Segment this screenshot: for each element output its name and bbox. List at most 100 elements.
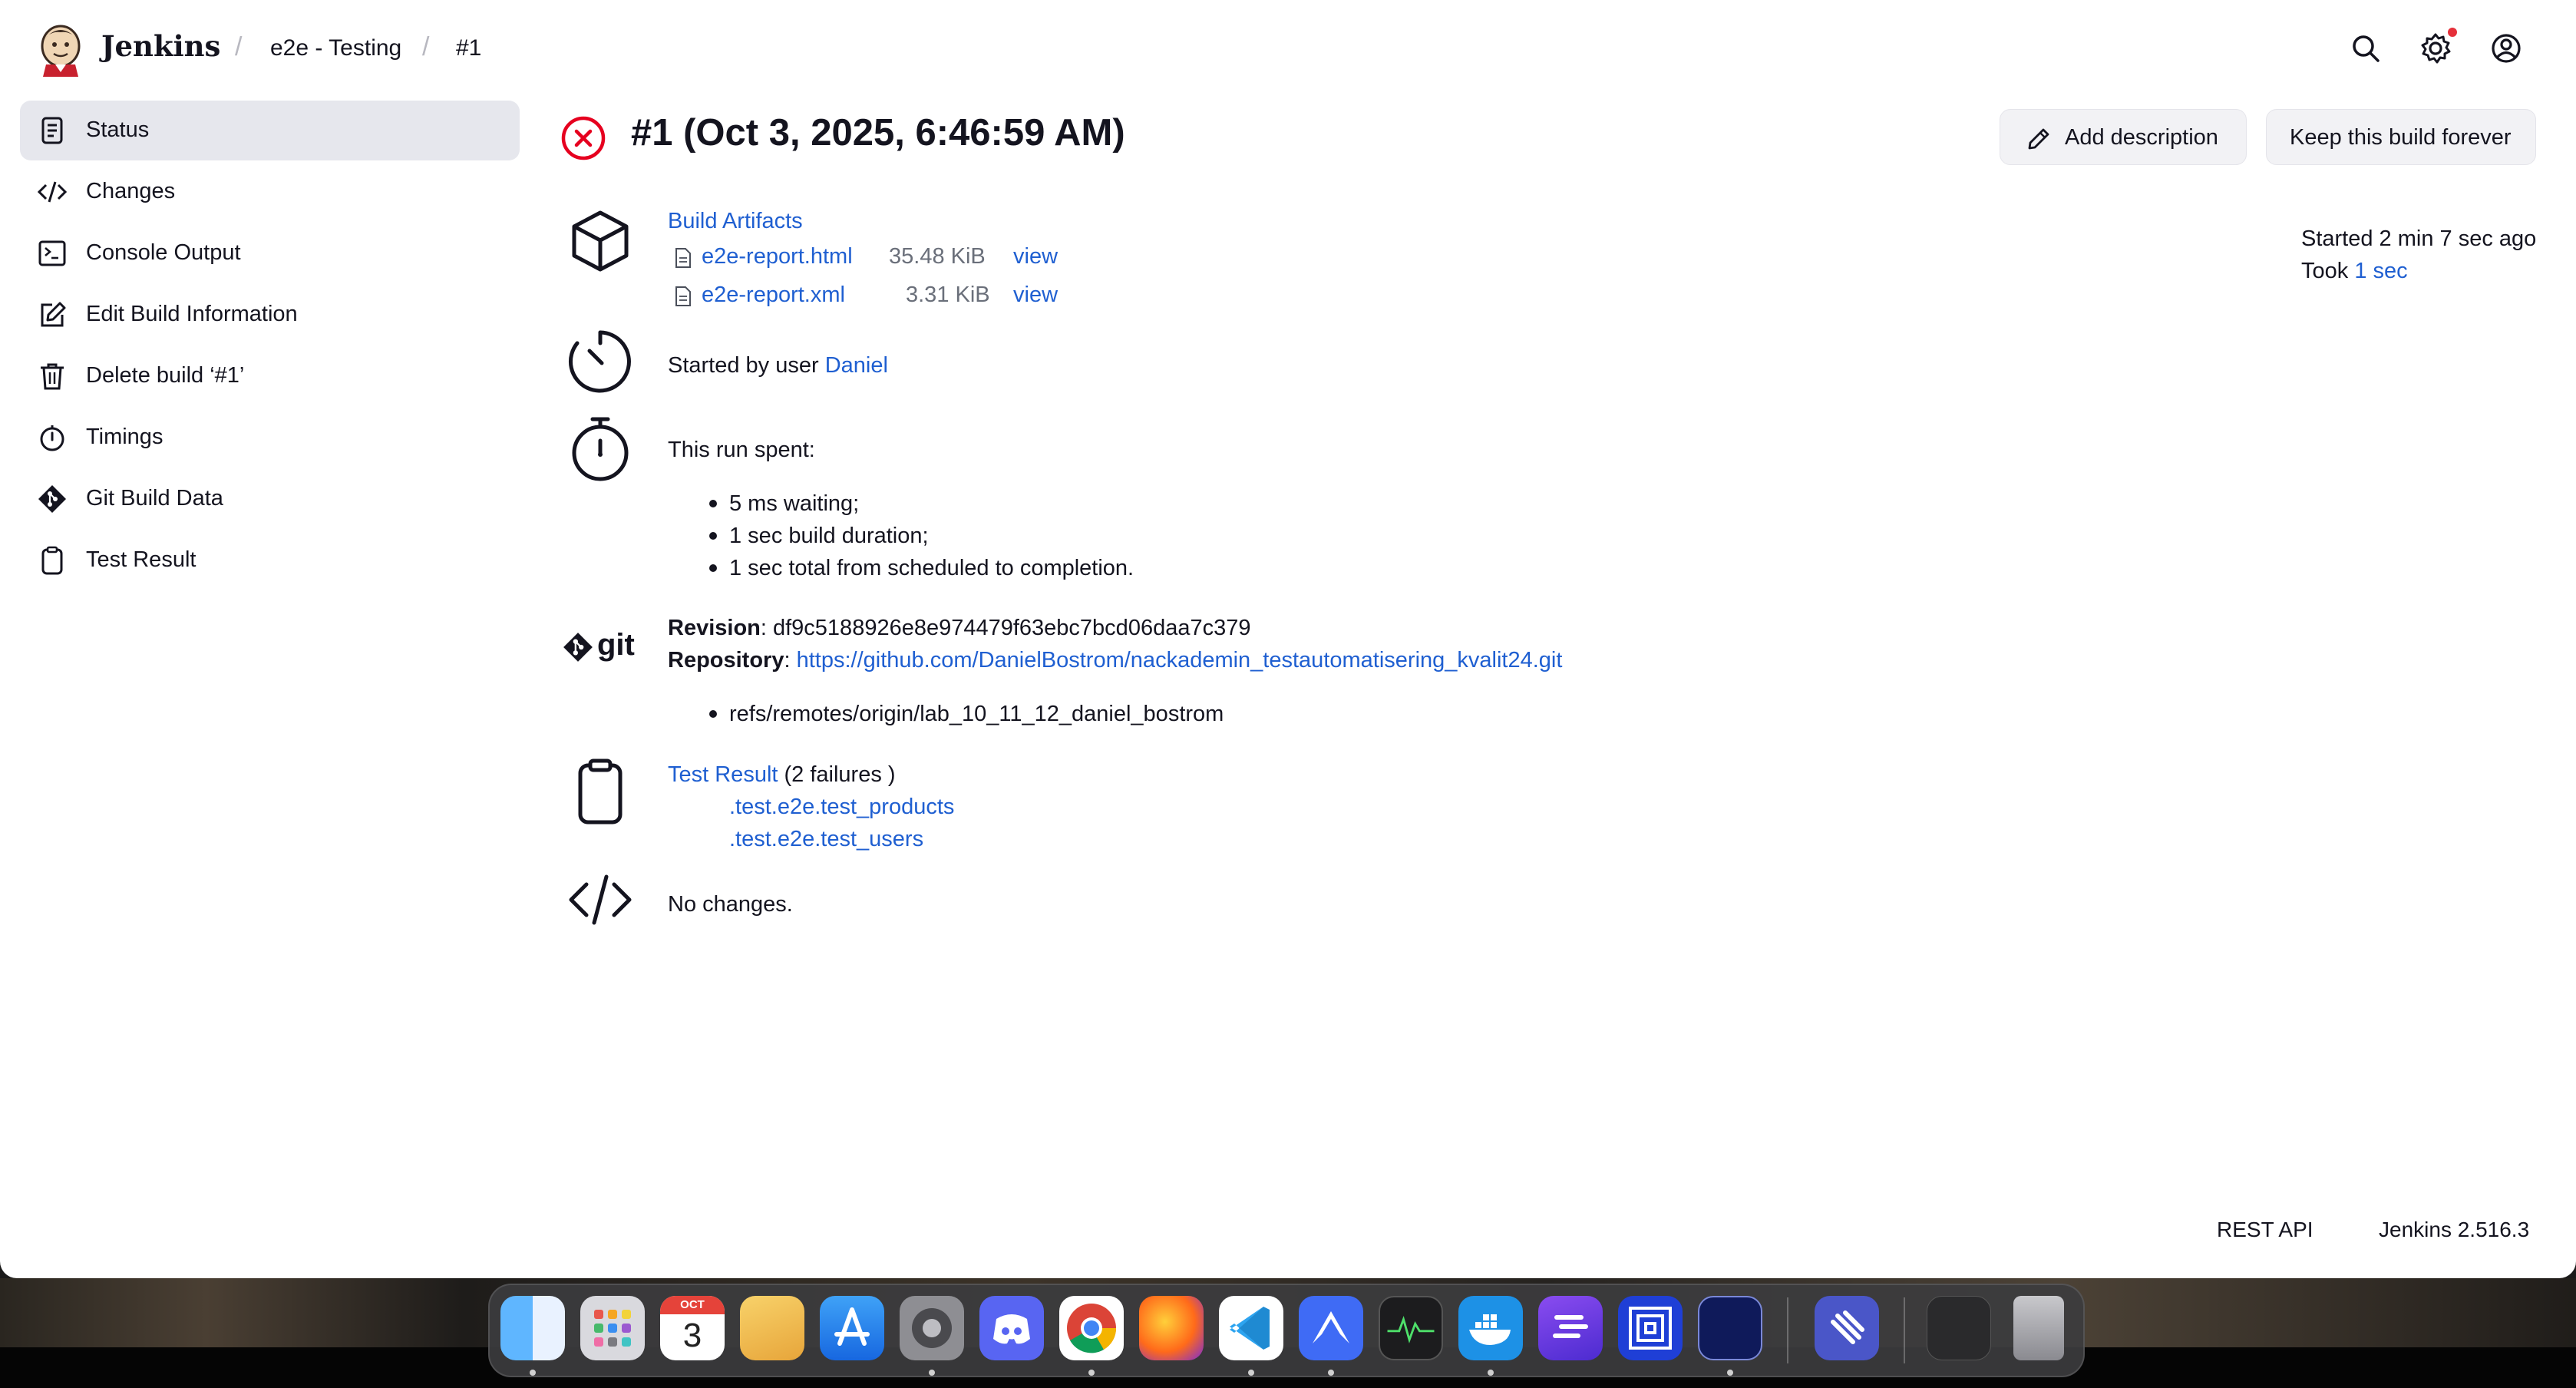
pencil-icon	[2028, 128, 2049, 150]
test-result-link[interactable]: Test Result	[668, 762, 778, 787]
screenshot-icon[interactable]	[1927, 1296, 1991, 1360]
sidebar-item-label: Git Build Data	[86, 486, 223, 511]
rest-api-link[interactable]: REST API	[2217, 1218, 2313, 1242]
sidebar-item-test-result[interactable]: Test Result	[20, 530, 520, 590]
app-store-icon[interactable]	[820, 1296, 884, 1360]
sidebar-item-label: Timings	[86, 425, 163, 449]
artifact-view-link[interactable]: view	[1013, 244, 1058, 269]
linear-icon[interactable]	[1815, 1296, 1879, 1360]
dock-running-indicator	[1488, 1370, 1494, 1376]
nordvpn-glyph	[1313, 1311, 1349, 1343]
build-cause-prefix: Started by user	[668, 353, 819, 378]
calendar-icon[interactable]: OCT 3	[660, 1296, 725, 1360]
artifact-view-link[interactable]: view	[1013, 283, 1058, 308]
git-logo-icon	[563, 633, 593, 662]
preview-icon[interactable]	[740, 1296, 804, 1360]
frame-icon[interactable]	[1618, 1296, 1683, 1360]
build-cause: Started by user Daniel	[668, 353, 888, 378]
jenkins-version[interactable]: Jenkins 2.516.3	[2379, 1218, 2529, 1242]
discord-icon[interactable]	[979, 1296, 1044, 1360]
clock-icon	[568, 330, 631, 393]
nordvpn-icon[interactable]	[1299, 1296, 1363, 1360]
revision-label: Revision	[668, 616, 761, 640]
sidebar-item-git-build-data[interactable]: Git Build Data	[20, 469, 520, 529]
notion-calendar-icon[interactable]	[1538, 1296, 1603, 1360]
dock-running-indicator	[1328, 1370, 1334, 1376]
dock-running-indicator	[1088, 1370, 1095, 1376]
failed-test-link[interactable]: .test.e2e.test_products	[729, 795, 954, 820]
package-icon	[572, 210, 629, 272]
artifact-file-link[interactable]: e2e-report.xml	[702, 283, 845, 308]
sidebar-item-edit-build-information[interactable]: Edit Build Information	[20, 285, 520, 345]
failed-test-link[interactable]: .test.e2e.test_users	[729, 827, 923, 852]
docker-glyph	[1469, 1314, 1511, 1345]
sidebar-item-label: Test Result	[86, 547, 197, 572]
sidebar-item-status[interactable]: Status	[20, 101, 520, 160]
document-icon	[41, 117, 63, 144]
sidebar-item-label: Edit Build Information	[86, 302, 298, 326]
sidebar-item-console-output[interactable]: Console Output	[20, 223, 520, 283]
no-changes-text: No changes.	[668, 892, 793, 917]
took-label: Took	[2301, 259, 2349, 283]
chrome-icon[interactable]	[1059, 1296, 1124, 1360]
git-branch: refs/remotes/origin/lab_10_11_12_daniel_…	[729, 702, 1224, 726]
trash-icon[interactable]	[2013, 1296, 2064, 1360]
test-result-failures-count: (2 failures )	[784, 762, 896, 787]
browser-window: Jenkins / e2e - Testing / #1 Status Chan…	[0, 0, 2576, 1278]
dock-running-indicator	[929, 1370, 935, 1376]
vscode-icon[interactable]	[1219, 1296, 1283, 1360]
search-icon[interactable]	[2348, 31, 2383, 66]
timing-item: 1 sec build duration;	[729, 524, 929, 548]
vscode-glyph	[1230, 1307, 1270, 1350]
git-revision: Revision: df9c5188926e8e974479f63ebc7bcd…	[668, 616, 1250, 641]
sidebar-item-label: Delete build ‘#1’	[86, 363, 245, 388]
artifact-file-link[interactable]: e2e-report.html	[702, 244, 853, 269]
gear-icon[interactable]	[2418, 31, 2453, 66]
activity-monitor-icon[interactable]	[1379, 1296, 1443, 1360]
file-icon	[675, 248, 691, 268]
test-result-summary: Test Result (2 failures )	[668, 762, 896, 788]
sidebar-item-label: Console Output	[86, 240, 241, 265]
dock-running-indicator	[1727, 1370, 1733, 1376]
keep-build-forever-button[interactable]: Keep this build forever	[2266, 109, 2536, 165]
build-duration: Took 1 sec	[2301, 259, 2408, 284]
bullet	[709, 500, 717, 507]
launchpad-grid	[594, 1310, 631, 1347]
bullet	[709, 532, 717, 540]
brand-name[interactable]: Jenkins	[101, 29, 220, 63]
build-duration-link[interactable]: 1 sec	[2354, 259, 2407, 283]
sidebar-item-changes[interactable]: Changes	[20, 162, 520, 222]
docker-icon[interactable]	[1458, 1296, 1523, 1360]
user-icon[interactable]	[2488, 31, 2524, 66]
launchpad-icon[interactable]	[580, 1296, 645, 1360]
terminal-app-icon[interactable]	[1698, 1296, 1762, 1360]
firefox-icon[interactable]	[1139, 1296, 1204, 1360]
trash-icon	[41, 363, 64, 390]
calendar-day: 3	[682, 1317, 702, 1354]
breadcrumb-item-build[interactable]: #1	[456, 35, 481, 61]
build-failed-icon	[561, 116, 606, 160]
sidebar-item-timings[interactable]: Timings	[20, 408, 520, 468]
sidebar-item-label: Status	[86, 117, 150, 142]
notification-dot	[2448, 28, 2457, 37]
clipboard-icon	[41, 546, 63, 575]
jenkins-logo[interactable]	[37, 23, 84, 77]
build-cause-user-link[interactable]: Daniel	[825, 353, 888, 378]
artifact-file-size: 3.31 KiB	[906, 283, 990, 307]
add-description-button[interactable]: Add description	[2000, 109, 2247, 165]
breadcrumb-item-job[interactable]: e2e - Testing	[270, 35, 401, 61]
code-icon	[569, 874, 632, 925]
keep-build-forever-label: Keep this build forever	[2290, 125, 2512, 150]
build-artifacts-link[interactable]: Build Artifacts	[668, 209, 803, 234]
sidebar-item-delete-build[interactable]: Delete build ‘#1’	[20, 346, 520, 406]
calendar-month: OCT	[660, 1296, 725, 1314]
terminal-icon	[38, 240, 66, 266]
stopwatch-icon	[572, 417, 629, 481]
finder-icon[interactable]	[500, 1296, 565, 1360]
repository-link[interactable]: https://github.com/DanielBostrom/nackade…	[797, 648, 1563, 673]
page-header: Jenkins / e2e - Testing / #1	[0, 0, 2576, 100]
timing-item: 1 sec total from scheduled to completion…	[729, 556, 1134, 580]
artifact-file-size: 35.48 KiB	[889, 244, 986, 269]
repository-colon: :	[784, 648, 791, 673]
system-settings-icon[interactable]	[900, 1296, 964, 1360]
